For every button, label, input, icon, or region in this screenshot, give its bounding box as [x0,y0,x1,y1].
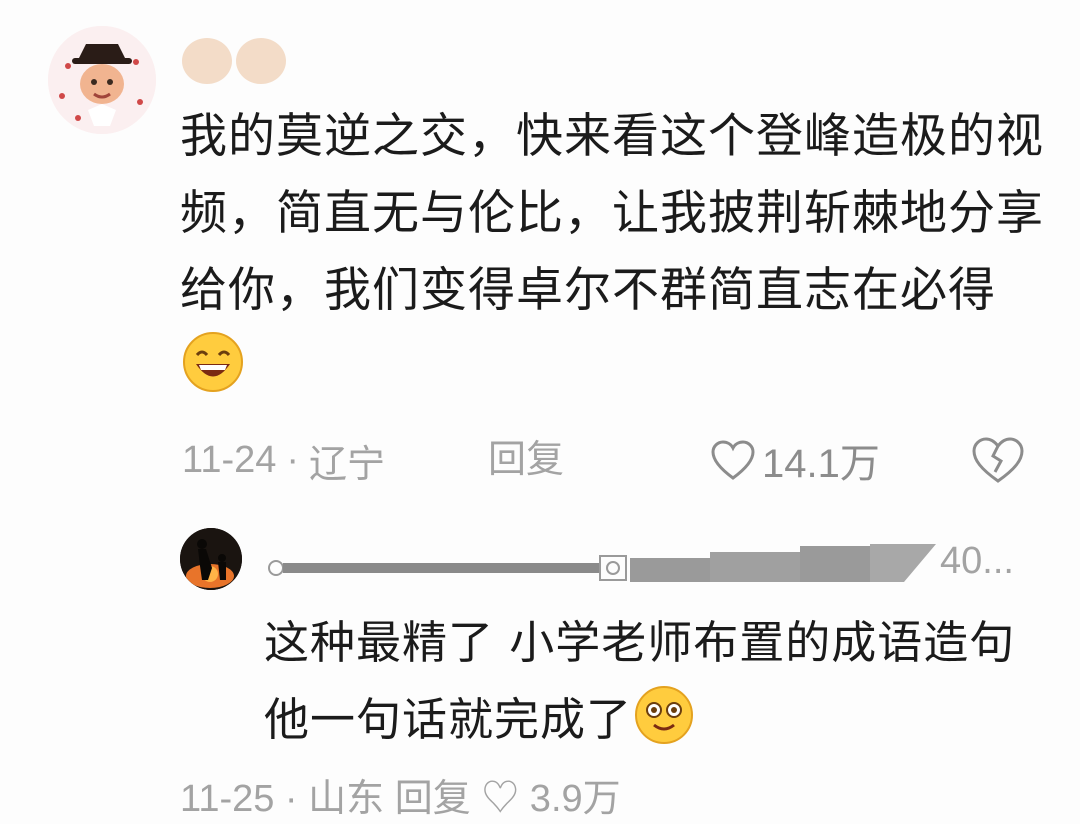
silhouette-avatar-icon [180,528,242,590]
comment-date: 11-24 [182,438,277,481]
badge-icon [182,38,232,84]
comment-body: 我的莫逆之交，快来看这个登峰造极的视频，简直无与伦比，让我披荆斩棘地分享给你，我… [180,109,1044,318]
like-count: 14.1万 [762,442,880,486]
reply-button[interactable]: 回复 [488,434,564,486]
username-badges[interactable] [182,38,286,84]
starry-eyed-face-icon [634,685,694,768]
cartoon-avatar-icon [48,26,156,134]
heart-icon [711,440,755,480]
reply-meta-partial: 11-25 · 山东 回复 ♡ 3.9万 [180,764,1060,824]
meta-separator: · [286,438,300,481]
grinning-face-icon [182,331,244,416]
reply-text: 这种最精了 小学老师布置的成语造句他一句话就完成了 [264,604,1024,768]
broken-heart-icon [972,437,1024,483]
reply-username-tail: 40... [940,540,1014,582]
comment-text: 我的莫逆之交，快来看这个登峰造极的视频，简直无与伦比，让我披荆斩棘地分享给你，我… [180,98,1050,416]
user-avatar[interactable] [48,26,156,134]
dislike-button[interactable] [970,434,1026,486]
reply-user-avatar[interactable] [180,528,242,590]
reply-username-masked[interactable] [264,542,944,582]
like-button[interactable]: 14.1万 [710,434,880,486]
comment-location: 辽宁 [309,443,386,486]
badge-icon [236,38,286,84]
masked-name-icon [268,544,936,582]
comment-meta: 11-24 · 辽宁 [182,434,385,486]
reply-meta-text: 11-25 · 山东 回复 ♡ 3.9万 [180,777,621,820]
